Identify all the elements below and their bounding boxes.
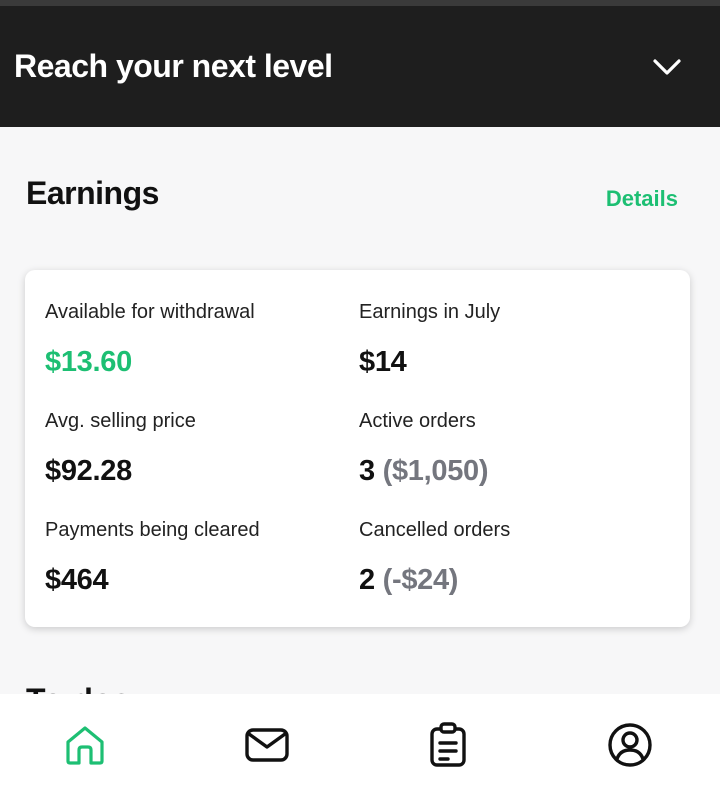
stat-cancelled-orders: Cancelled orders 2 (-$24)	[359, 519, 510, 597]
inbox-icon	[245, 728, 289, 762]
nav-home[interactable]	[60, 720, 110, 770]
stat-value: 3 ($1,050)	[359, 455, 489, 488]
stat-label: Earnings in July	[359, 301, 501, 323]
nav-orders[interactable]	[423, 720, 473, 770]
orders-icon	[430, 722, 466, 767]
active-orders-count: 3	[359, 455, 375, 487]
nav-inbox[interactable]	[242, 720, 292, 770]
stat-label: Payments being cleared	[45, 519, 260, 541]
cancelled-orders-amount: (-$24)	[382, 564, 459, 596]
profile-icon	[608, 723, 652, 767]
stat-active-orders: Active orders 3 ($1,050)	[359, 410, 489, 488]
stat-label: Active orders	[359, 410, 476, 432]
stat-value: $92.28	[45, 455, 132, 487]
header-bar: Reach your next level	[0, 6, 720, 127]
stat-label: Avg. selling price	[45, 410, 196, 432]
stat-earnings-in-month: Earnings in July $14	[359, 301, 500, 379]
home-icon	[66, 726, 104, 765]
stat-label: Available for withdrawal	[45, 301, 255, 323]
active-orders-amount: ($1,050)	[382, 455, 489, 487]
stat-available-for-withdrawal: Available for withdrawal $13.60	[45, 301, 255, 379]
earnings-card: Available for withdrawal $13.60 Earnings…	[25, 270, 690, 627]
earnings-title: Earnings	[26, 175, 159, 211]
cancelled-orders-count: 2	[359, 564, 375, 596]
nav-profile[interactable]	[605, 720, 655, 770]
stat-payments-being-cleared: Payments being cleared $464	[45, 519, 260, 597]
stat-avg-selling-price: Avg. selling price $92.28	[45, 410, 196, 488]
stat-value: $14	[359, 346, 407, 378]
bottom-nav	[0, 694, 720, 800]
chevron-down-icon[interactable]	[652, 57, 682, 77]
earnings-header: Earnings Details	[26, 175, 678, 212]
stat-label: Cancelled orders	[359, 519, 511, 541]
stat-value: $13.60	[45, 346, 132, 378]
stat-value: $464	[45, 564, 109, 596]
details-link[interactable]: Details	[606, 186, 678, 212]
dashboard-content[interactable]: Earnings Details Available for withdrawa…	[0, 127, 720, 694]
header-title: Reach your next level	[14, 48, 333, 84]
stat-value: 2 (-$24)	[359, 564, 510, 597]
next-section-title-peek: To-dos	[26, 682, 130, 694]
